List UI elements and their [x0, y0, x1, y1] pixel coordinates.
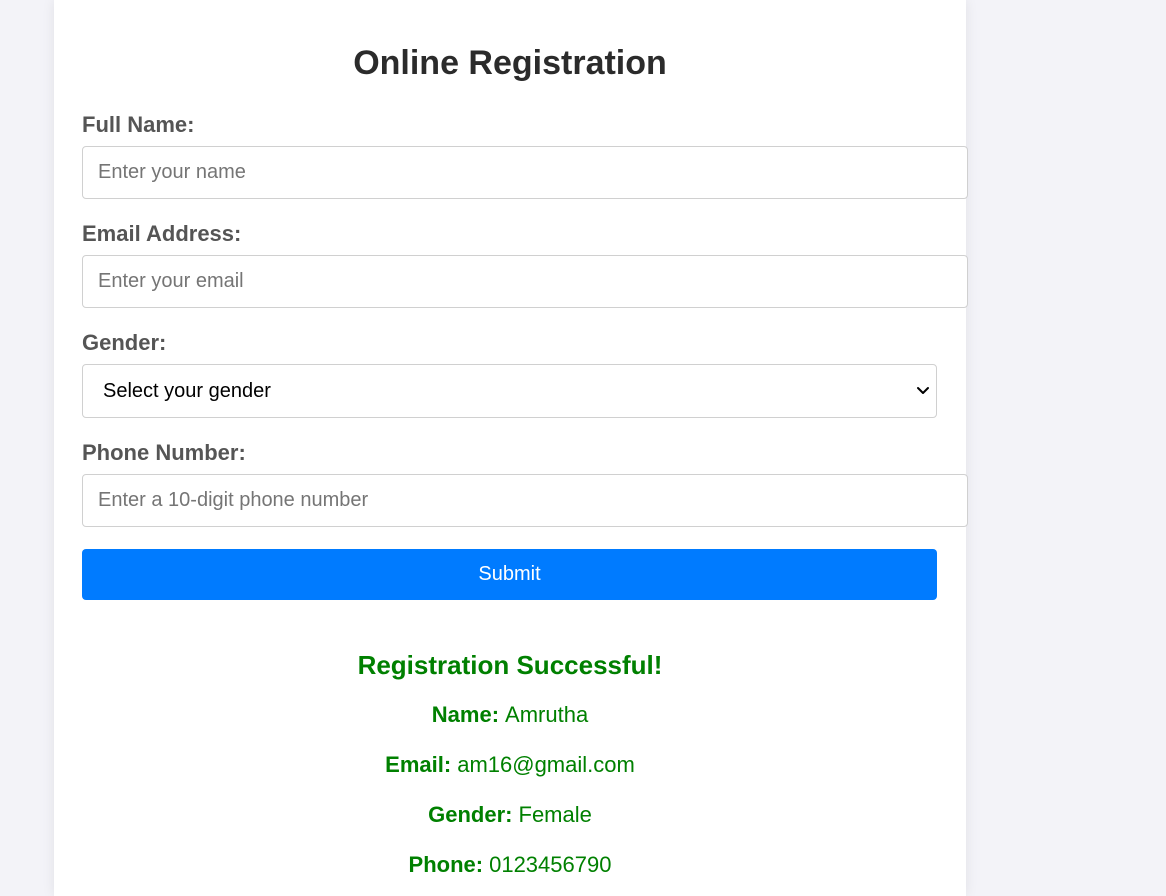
result-email-key: Email:	[385, 752, 452, 777]
gender-label: Gender:	[82, 330, 167, 355]
registration-card: Online Registration Full Name: Email Add…	[54, 0, 968, 896]
result-email-line: Email: am16@gmail.com	[54, 740, 966, 790]
result-gender-line: Gender: Female	[54, 790, 966, 840]
chevron-down-icon	[917, 387, 929, 394]
full-name-input[interactable]	[82, 146, 968, 199]
gender-select[interactable]: Select your gender	[82, 364, 937, 418]
result-name-key: Name:	[431, 702, 500, 727]
result-name-line: Name: Amrutha	[54, 690, 966, 740]
success-heading: Registration Successful!	[357, 650, 663, 680]
full-name-label: Full Name:	[82, 112, 195, 137]
result-email-value: am16@gmail.com	[457, 752, 635, 777]
submit-button[interactable]: Submit	[82, 549, 937, 600]
result-gender-key: Gender:	[428, 802, 513, 827]
result-phone-line: Phone: 0123456790	[54, 840, 966, 890]
result-phone-key: Phone:	[408, 852, 484, 877]
phone-input[interactable]	[82, 474, 968, 527]
result-name-value: Amrutha	[505, 702, 589, 727]
result-gender-value: Female	[518, 802, 592, 827]
result-phone-value: 0123456790	[489, 852, 612, 877]
email-input[interactable]	[82, 255, 968, 308]
email-label: Email Address:	[82, 221, 242, 246]
registration-result: Registration Successful! Name: Amrutha E…	[54, 640, 966, 890]
page-title: Online Registration	[353, 44, 667, 82]
phone-label: Phone Number:	[82, 440, 246, 465]
gender-select-value: Select your gender	[103, 380, 271, 402]
